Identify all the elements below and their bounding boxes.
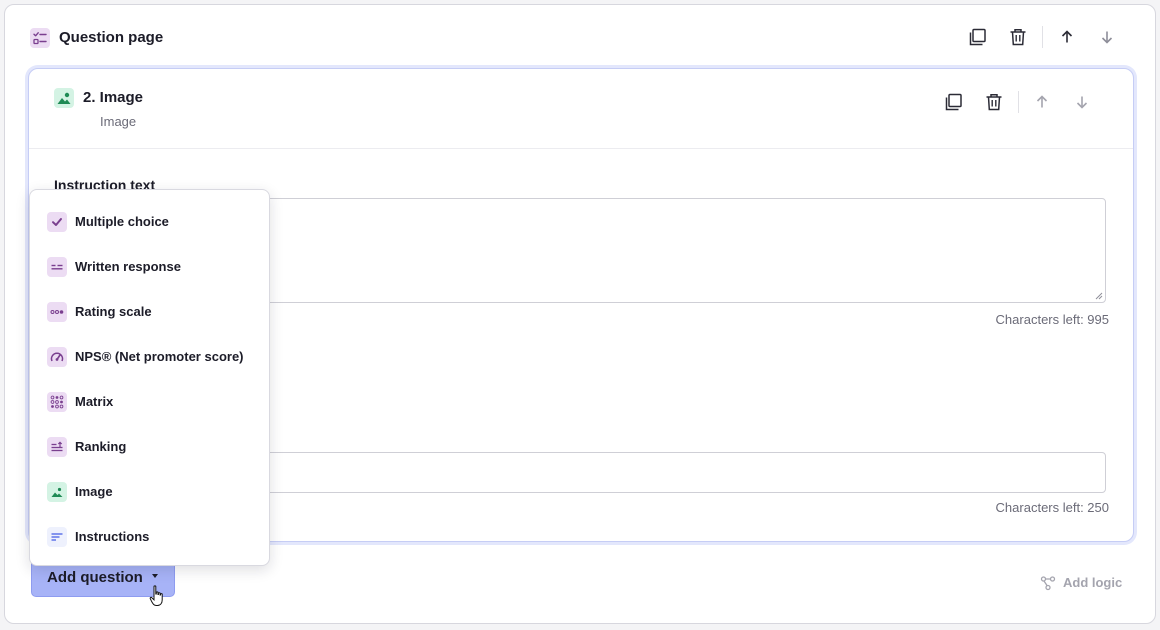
move-page-up-button[interactable] bbox=[1056, 26, 1078, 48]
arrow-down-icon bbox=[1076, 96, 1088, 109]
arrow-down-icon bbox=[1101, 31, 1113, 44]
ranking-icon bbox=[47, 437, 67, 457]
instructions-icon bbox=[47, 527, 67, 547]
logic-branch-icon bbox=[1040, 576, 1056, 591]
move-question-down-button[interactable] bbox=[1071, 91, 1093, 113]
menu-item-label: Image bbox=[75, 484, 113, 499]
arrow-up-icon bbox=[1061, 30, 1073, 43]
page-header: Question page bbox=[5, 5, 1155, 69]
menu-item-label: Instructions bbox=[75, 529, 150, 544]
trash-icon bbox=[1010, 29, 1026, 46]
caret-down-icon bbox=[152, 574, 158, 578]
rating-dots-icon bbox=[47, 302, 67, 322]
menu-item-matrix[interactable]: Matrix bbox=[30, 382, 269, 422]
image-icon bbox=[47, 482, 67, 502]
question-header: 2. Image Image bbox=[29, 69, 1133, 149]
copy-icon bbox=[969, 28, 986, 46]
question-type-label: Image bbox=[100, 114, 137, 129]
menu-item-label: NPS® (Net promoter score) bbox=[75, 349, 244, 364]
menu-item-label: Rating scale bbox=[75, 304, 152, 319]
menu-item-nps[interactable]: NPS® (Net promoter score) bbox=[30, 337, 269, 377]
resize-handle-icon[interactable] bbox=[1095, 292, 1103, 300]
hand-cursor-icon bbox=[149, 585, 163, 606]
duplicate-page-button[interactable] bbox=[967, 26, 989, 48]
add-question-label: Add question bbox=[47, 569, 143, 586]
copy-icon bbox=[945, 93, 962, 111]
instruction-chars-left: Characters left: 995 bbox=[995, 312, 1109, 327]
menu-item-rating-scale[interactable]: Rating scale bbox=[30, 292, 269, 332]
duplicate-question-button[interactable] bbox=[943, 91, 965, 113]
move-question-up-button[interactable] bbox=[1031, 91, 1053, 113]
menu-item-label: Written response bbox=[75, 259, 181, 274]
arrow-up-icon bbox=[1036, 95, 1048, 108]
grid-icon bbox=[47, 392, 67, 412]
text-lines-icon bbox=[47, 257, 67, 277]
menu-item-image[interactable]: Image bbox=[30, 472, 269, 512]
question-header-divider bbox=[1018, 91, 1019, 113]
trash-icon bbox=[986, 94, 1002, 111]
menu-item-label: Ranking bbox=[75, 439, 127, 454]
menu-item-instructions[interactable]: Instructions bbox=[30, 517, 269, 557]
delete-question-button[interactable] bbox=[983, 91, 1005, 113]
header-divider bbox=[1042, 26, 1043, 48]
menu-item-label: Multiple choice bbox=[75, 214, 169, 229]
menu-item-ranking[interactable]: Ranking bbox=[30, 427, 269, 467]
second-chars-left: Characters left: 250 bbox=[995, 500, 1109, 515]
page-title: Question page bbox=[59, 29, 164, 46]
add-logic-label: Add logic bbox=[1063, 575, 1123, 590]
gauge-icon bbox=[47, 347, 67, 367]
menu-item-multiple-choice[interactable]: Multiple choice bbox=[30, 202, 269, 242]
move-page-down-button[interactable] bbox=[1096, 26, 1118, 48]
checkmark-icon bbox=[47, 212, 67, 232]
checklist-icon bbox=[30, 28, 50, 48]
delete-page-button[interactable] bbox=[1007, 26, 1029, 48]
question-type-dropdown: Multiple choice Written response Rating … bbox=[29, 189, 270, 566]
image-icon bbox=[54, 88, 74, 108]
menu-item-label: Matrix bbox=[75, 394, 114, 409]
menu-item-written-response[interactable]: Written response bbox=[30, 247, 269, 287]
question-title: 2. Image bbox=[83, 89, 144, 106]
